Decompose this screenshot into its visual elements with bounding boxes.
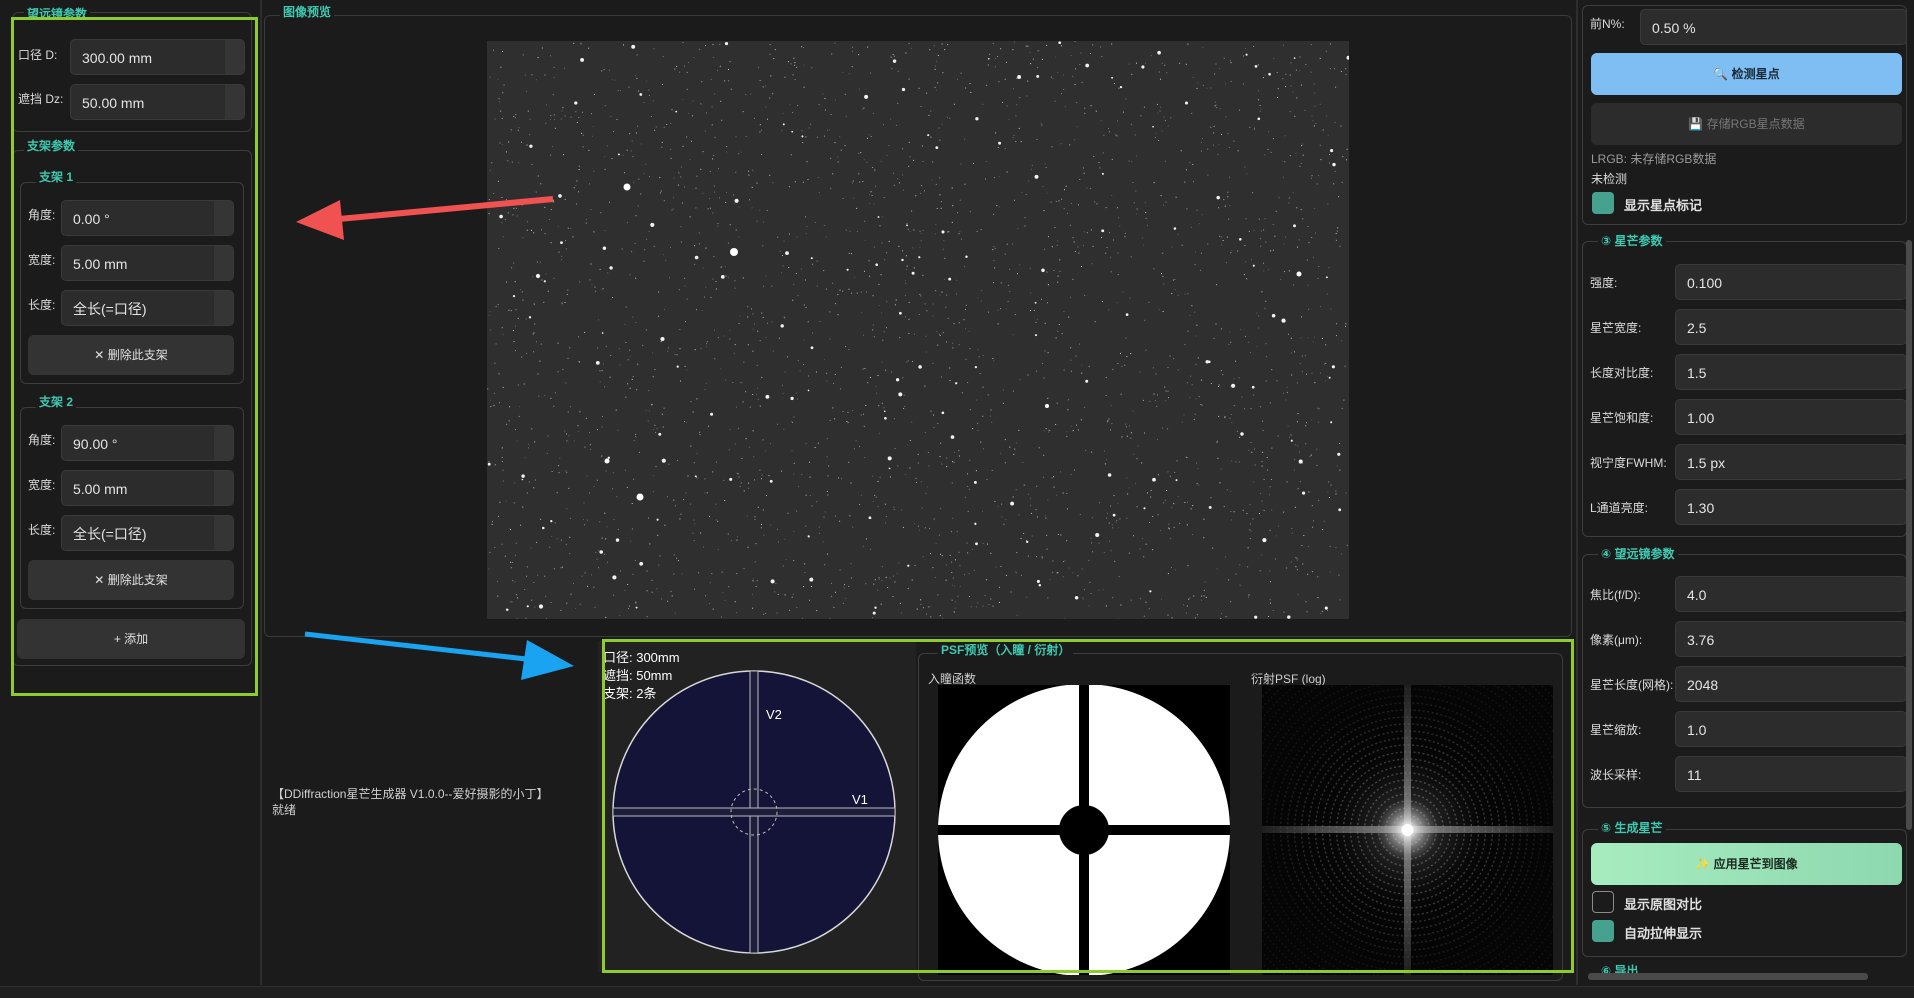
star-param-label-4: 星芒饱和度: (1590, 411, 1654, 425)
star-field-image[interactable] (487, 41, 1349, 619)
detect-status: 未检测 (1591, 172, 1628, 186)
show-marks-label: 显示星点标记 (1624, 198, 1703, 213)
disk-icon: 💾 (1688, 117, 1707, 131)
compare-checkbox[interactable] (1592, 891, 1614, 913)
generate-title: ⑤ 生成星芒 (1598, 819, 1666, 836)
scope-param-value-5: 11 (1687, 767, 1702, 783)
star-param-input-5[interactable]: 1.5 px (1675, 444, 1907, 480)
scope-param-label-2: 像素(μm): (1590, 633, 1643, 647)
sparkle-icon: ✨ (1695, 857, 1714, 871)
scope-param-input-4[interactable]: 1.0 (1675, 711, 1907, 747)
scope-param-value-4: 1.0 (1687, 722, 1707, 738)
right-panel-hscrollbar[interactable] (1588, 973, 1868, 980)
status-bar (0, 986, 1914, 998)
star-param-label-5: 视宁度FWHM: (1590, 456, 1667, 470)
scope-param-label-3: 星芒长度(网格): (1590, 678, 1674, 692)
star-param-input-2[interactable]: 2.5 (1675, 309, 1907, 345)
star-param-input-4[interactable]: 1.00 (1675, 399, 1907, 435)
status-text: 就绪 (272, 803, 297, 817)
save-rgb-label: 存储RGB星点数据 (1706, 117, 1805, 131)
left-divider (260, 0, 262, 985)
highlight-box-left (11, 17, 258, 696)
star-param-value-6: 1.30 (1687, 500, 1715, 516)
star-param-value-1: 0.100 (1687, 275, 1723, 291)
status-panel: 【DDiffraction星芒生成器 V1.0.0--爱好摄影的小丁】 就绪 (272, 786, 549, 818)
star-param-label-3: 长度对比度: (1590, 366, 1654, 380)
scope-param-input-1[interactable]: 4.0 (1675, 576, 1907, 612)
right-panel-scrollbar[interactable] (1906, 240, 1912, 830)
scope-param-value-3: 2048 (1687, 677, 1719, 693)
highlight-box-bottom (602, 639, 1574, 973)
star-param-input-1[interactable]: 0.100 (1675, 264, 1907, 300)
scope-param-label-4: 星芒缩放: (1590, 723, 1642, 737)
show-marks-checkbox[interactable] (1592, 192, 1614, 214)
scope-param-label-1: 焦比(f/D): (1590, 588, 1641, 602)
top-n-value: 0.50 % (1652, 20, 1696, 36)
star-params-title: ③ 星芒参数 (1598, 232, 1666, 249)
star-param-label-2: 星芒宽度: (1590, 321, 1642, 335)
scope-param-input-3[interactable]: 2048 (1675, 666, 1907, 702)
detect-stars-button[interactable]: 🔍 检测星点 (1591, 53, 1902, 95)
top-n-input[interactable]: 0.50 % (1640, 9, 1907, 45)
preview-title: 图像预览 (280, 3, 335, 20)
star-param-value-2: 2.5 (1687, 320, 1707, 336)
scope-param-value-2: 3.76 (1687, 632, 1715, 648)
scope-param-value-1: 4.0 (1687, 587, 1707, 603)
scope-param-input-2[interactable]: 3.76 (1675, 621, 1907, 657)
star-param-value-5: 1.5 px (1687, 455, 1726, 471)
autostretch-checkbox[interactable] (1592, 920, 1614, 942)
star-param-label-6: L通道亮度: (1590, 501, 1649, 515)
lrgb-status: LRGB: 未存储RGB数据 (1591, 152, 1717, 166)
detect-stars-label: 检测星点 (1731, 67, 1780, 81)
star-param-value-4: 1.00 (1687, 410, 1715, 426)
top-n-label: 前N%: (1590, 17, 1625, 31)
star-param-input-6[interactable]: 1.30 (1675, 489, 1907, 525)
app-title-text: 【DDiffraction星芒生成器 V1.0.0--爱好摄影的小丁】 (272, 787, 549, 801)
star-param-label-1: 强度: (1590, 276, 1618, 290)
right-divider (1576, 0, 1578, 985)
star-param-input-3[interactable]: 1.5 (1675, 354, 1907, 390)
star-param-value-3: 1.5 (1687, 365, 1707, 381)
scope-params-title: ④ 望远镜参数 (1598, 545, 1678, 562)
scope-param-label-5: 波长采样: (1590, 768, 1642, 782)
apply-star-label: 应用星芒到图像 (1713, 857, 1798, 871)
compare-label: 显示原图对比 (1624, 897, 1703, 912)
search-icon: 🔍 (1713, 67, 1732, 81)
autostretch-label: 自动拉伸显示 (1624, 926, 1703, 941)
scope-param-input-5[interactable]: 11 (1675, 756, 1907, 792)
apply-star-button[interactable]: ✨ 应用星芒到图像 (1591, 843, 1902, 885)
save-rgb-button[interactable]: 💾 存储RGB星点数据 (1591, 103, 1902, 145)
